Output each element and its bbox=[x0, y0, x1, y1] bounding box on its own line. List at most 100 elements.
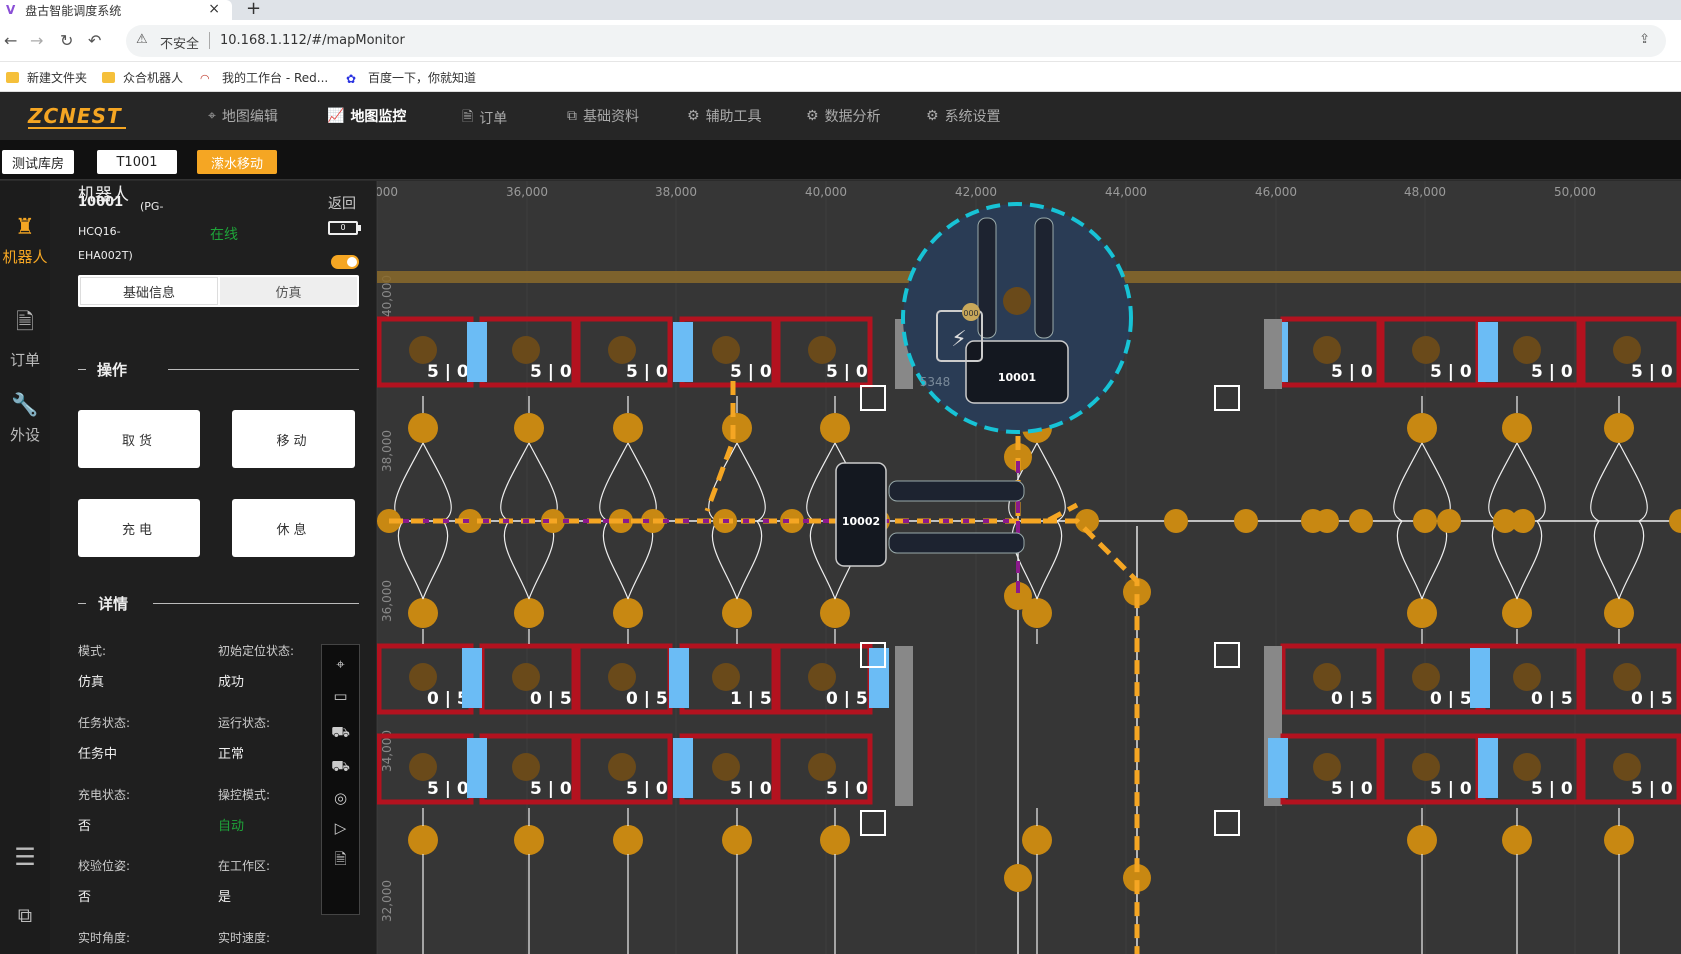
path-node bbox=[1234, 509, 1258, 533]
slot-marker bbox=[808, 753, 836, 781]
bookmark-folder[interactable]: 新建文件夹 bbox=[6, 69, 87, 86]
path-node bbox=[514, 825, 544, 855]
new-tab-button[interactable]: + bbox=[246, 0, 261, 19]
path-node bbox=[820, 825, 850, 855]
warning-icon: ⚠ bbox=[136, 32, 148, 47]
pickup-button[interactable]: 取货 bbox=[78, 410, 200, 468]
menu-data-analysis[interactable]: ⚙ 数据分析 bbox=[806, 106, 881, 126]
menu-map-edit[interactable]: ⌖ 地图编辑 bbox=[208, 106, 278, 126]
baidu-paw-icon: ✿ bbox=[346, 72, 357, 86]
list-icon[interactable]: ☰ bbox=[0, 843, 50, 871]
tab-basic-info[interactable]: 基础信息 bbox=[80, 277, 218, 305]
rail-item-robot[interactable]: ♜ 机器人 bbox=[0, 215, 50, 267]
reload-icon[interactable]: ↻ bbox=[60, 31, 73, 50]
camera-icon[interactable]: ▭ bbox=[322, 687, 359, 705]
bookmark-link[interactable]: ◠ 我的工作台 - Red... bbox=[200, 69, 328, 86]
menu-orders[interactable]: 🗎 订单 bbox=[462, 106, 507, 130]
robot-label: 10002 bbox=[842, 515, 880, 528]
back-arrow-icon[interactable]: ← bbox=[4, 31, 17, 50]
toggle-switch[interactable] bbox=[331, 255, 359, 269]
back-link[interactable]: 返回 bbox=[328, 193, 356, 213]
path-node bbox=[1315, 509, 1339, 533]
crosshair-icon[interactable]: ⌖ bbox=[322, 655, 359, 673]
path-node bbox=[408, 413, 438, 443]
menu-label: 地图监控 bbox=[350, 109, 407, 125]
location-pin-icon: ⌖ bbox=[208, 108, 216, 124]
brand-logo[interactable]: ZCNEST bbox=[28, 104, 126, 129]
bookmark-label: 我的工作台 - Red... bbox=[222, 71, 329, 85]
charge-button[interactable]: 充电 bbox=[78, 499, 200, 557]
divider bbox=[78, 369, 86, 370]
detail-label: 在工作区: bbox=[218, 859, 271, 873]
tab-close-icon[interactable]: × bbox=[208, 1, 220, 17]
map-canvas[interactable]: 34,000 36,000 38,000 40,000 42,000 44,000 46,0… bbox=[377, 181, 1681, 954]
map-svg[interactable]: 34,000 36,000 38,000 40,000 42,000 44,000 46,0… bbox=[377, 181, 1681, 954]
qr-marker-icon bbox=[1214, 642, 1240, 668]
path-node bbox=[722, 413, 752, 443]
menu-system-settings[interactable]: ⚙ 系统设置 bbox=[926, 106, 1001, 126]
move-button[interactable]: 移动 bbox=[232, 410, 355, 468]
slot-label: 0 | 5 bbox=[826, 689, 868, 709]
menu-aux-tools[interactable]: ⚙ 辅助工具 bbox=[687, 106, 762, 126]
menu-label: 地图编辑 bbox=[221, 109, 278, 125]
path-node bbox=[1502, 598, 1532, 628]
slot-marker bbox=[1412, 336, 1440, 364]
divider-post bbox=[1264, 319, 1282, 389]
blue-slot bbox=[467, 738, 487, 798]
menu-basic-data[interactable]: ⧉ 基础资料 bbox=[567, 106, 639, 126]
toggle-knob bbox=[347, 257, 357, 267]
y-tick-label: 36,000 bbox=[380, 580, 394, 622]
warehouse-select[interactable]: 测试库房 bbox=[2, 150, 74, 174]
forklift-up-icon[interactable]: ⛟ bbox=[322, 723, 359, 743]
x-tick-label: 44,000 bbox=[1105, 185, 1147, 199]
path-node bbox=[1407, 598, 1437, 628]
panel-tabs: 基础信息 仿真 bbox=[78, 275, 359, 307]
folder-icon bbox=[102, 72, 115, 83]
blue-slot bbox=[673, 738, 693, 798]
planned-path-orange bbox=[704, 381, 736, 512]
slot-label: 5 | 0 bbox=[626, 362, 668, 382]
map-pin-icon[interactable]: ◎ bbox=[322, 789, 359, 807]
slot-label: 5 | 0 bbox=[826, 362, 868, 382]
robot-label: 10001 bbox=[998, 371, 1036, 384]
app-header: ZCNEST ⌖ 地图编辑 📈 地图监控 🗎 订单 ⧉ 基础资料 ⚙ 辅助工具 ⚙ 数据分析… bbox=[0, 92, 1681, 140]
forward-arrow-icon[interactable]: → bbox=[30, 31, 43, 50]
tab-simulation[interactable]: 仿真 bbox=[220, 277, 357, 305]
rail-label: 订单 bbox=[9, 351, 40, 369]
path-node bbox=[1022, 825, 1052, 855]
share-icon[interactable]: ⇪ bbox=[1639, 32, 1650, 47]
url-text[interactable]: 10.168.1.112/#/mapMonitor bbox=[220, 33, 405, 48]
map-code-select[interactable]: T1001 bbox=[97, 150, 177, 174]
path-node bbox=[1349, 509, 1373, 533]
path-node bbox=[514, 598, 544, 628]
section-operations: 操作 bbox=[97, 361, 128, 379]
slot-label: 0 | 5 bbox=[626, 689, 668, 709]
url-field[interactable]: ⚠ 不安全 10.168.1.112/#/mapMonitor ⇪ bbox=[126, 25, 1666, 57]
report-icon[interactable]: 🗎 bbox=[322, 849, 359, 874]
slot-label: 0 | 5 bbox=[1631, 689, 1673, 709]
play-step-icon[interactable]: ▷ bbox=[322, 819, 359, 837]
blue-slot bbox=[673, 322, 693, 382]
x-tick-label: 36,000 bbox=[506, 185, 548, 199]
bookmark-link[interactable]: ✿ 百度一下，你就知道 bbox=[346, 69, 476, 86]
robot-model-line: HCQ16- bbox=[78, 225, 121, 238]
document-icon: 🗎 bbox=[16, 310, 34, 335]
path-node bbox=[1437, 509, 1461, 533]
browser-tab[interactable]: V 盘古智能调度系统 × bbox=[0, 0, 232, 20]
slot-marker bbox=[409, 336, 437, 364]
undo-icon[interactable]: ↶ bbox=[88, 31, 101, 50]
rest-button[interactable]: 休息 bbox=[232, 499, 355, 557]
folder-icon bbox=[6, 72, 19, 83]
slot-marker bbox=[512, 336, 540, 364]
forklift-down-icon[interactable]: ⛟ bbox=[322, 757, 359, 777]
layers-icon[interactable]: ⧉ bbox=[0, 903, 50, 927]
rail-item-orders[interactable]: 🗎 订单 bbox=[0, 305, 50, 370]
slot-marker bbox=[1513, 663, 1541, 691]
path-node bbox=[408, 598, 438, 628]
section-details: 详情 bbox=[98, 595, 129, 613]
slot-marker bbox=[1613, 753, 1641, 781]
rail-item-peripherals[interactable]: 🔧 外设 bbox=[0, 393, 50, 445]
mode-button[interactable]: 潆水移动 bbox=[197, 150, 277, 174]
bookmark-folder[interactable]: 众合机器人 bbox=[102, 69, 183, 86]
menu-map-monitor[interactable]: 📈 地图监控 bbox=[327, 106, 406, 126]
